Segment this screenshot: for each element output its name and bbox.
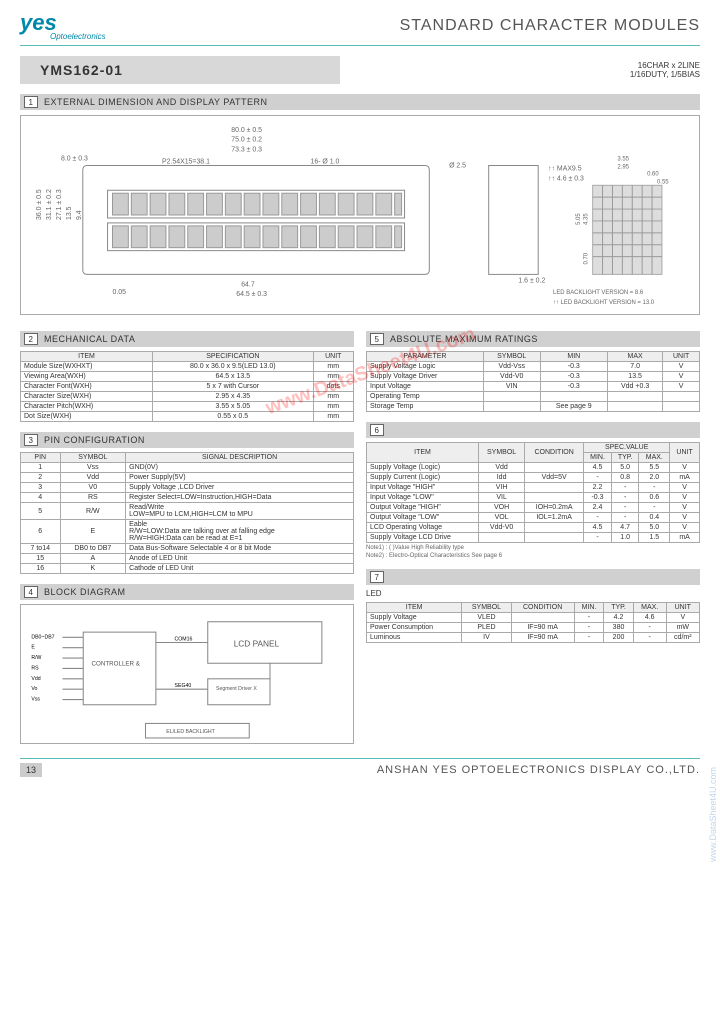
footer: 13 ANSHAN YES OPTOELECTRONICS DISPLAY CO… xyxy=(20,758,700,777)
datasheet-page: yes Optoelectronics STANDARD CHARACTER M… xyxy=(0,0,720,787)
svg-text:5.05: 5.05 xyxy=(576,213,582,225)
svg-text:0.60: 0.60 xyxy=(647,171,659,177)
svg-text:Vo: Vo xyxy=(31,687,37,693)
svg-text:EL/LED BACKLIGHT: EL/LED BACKLIGHT xyxy=(166,729,215,735)
svg-text:Vdd: Vdd xyxy=(31,676,40,682)
dimension-drawing: 80.0 ± 0.5 75.0 ± 0.2 73.3 ± 0.3 P2.54X1… xyxy=(20,115,700,315)
svg-text:36.0 ± 0.5: 36.0 ± 0.5 xyxy=(36,189,43,220)
footer-company: ANSHAN YES OPTOELECTRONICS DISPLAY CO.,L… xyxy=(377,764,700,776)
svg-text:1.6 ± 0.2: 1.6 ± 0.2 xyxy=(518,277,545,284)
svg-text:Ø 2.5: Ø 2.5 xyxy=(449,162,466,169)
svg-text:8.0 ± 0.3: 8.0 ± 0.3 xyxy=(61,156,88,163)
svg-text:LED BACKLIGHT VERSION = 8.6: LED BACKLIGHT VERSION = 8.6 xyxy=(553,290,644,296)
svg-text:75.0 ± 0.2: 75.0 ± 0.2 xyxy=(231,137,262,144)
svg-text:P2.54X15=38.1: P2.54X15=38.1 xyxy=(162,159,210,166)
block-diagram-svg: CONTROLLER & LCD PANEL Segment Driver X … xyxy=(21,601,353,746)
absmax-table: PARAMETERSYMBOLMINMAXUNITSupply Voltage … xyxy=(366,351,700,412)
section-num-6: 6 xyxy=(370,424,384,436)
svg-text:64.5 ± 0.3: 64.5 ± 0.3 xyxy=(236,291,267,298)
section-2-title: MECHANICAL DATA xyxy=(44,334,135,344)
led-title: LED xyxy=(366,589,700,598)
svg-text:DB0~DB7: DB0~DB7 xyxy=(31,635,54,641)
model-bar: YMS162-01 16CHAR x 2LINE 1/16DUTY, 1/5BI… xyxy=(20,56,700,84)
svg-text:E: E xyxy=(31,645,35,651)
section-1-title: EXTERNAL DIMENSION AND DISPLAY PATTERN xyxy=(44,97,268,107)
svg-text:↑↑ 4.6 ± 0.3: ↑↑ 4.6 ± 0.3 xyxy=(548,175,584,182)
model-name: YMS162-01 xyxy=(20,56,340,84)
left-column: 2 MECHANICAL DATA ITEMSPECIFICATIONUNITM… xyxy=(20,321,354,744)
svg-text:COM16: COM16 xyxy=(175,637,193,643)
svg-text:SEG40: SEG40 xyxy=(175,683,192,689)
page-number: 13 xyxy=(20,763,42,777)
header-title: STANDARD CHARACTER MODULES xyxy=(400,17,700,35)
led-table: ITEMSYMBOLCONDITIONMIN.TYP.MAX.UNITSuppl… xyxy=(366,602,700,643)
svg-text:3.55: 3.55 xyxy=(617,157,629,163)
electrical-note2: Note2) : Electro-Optical Characteristics… xyxy=(366,553,700,559)
logo-block: yes Optoelectronics xyxy=(20,10,106,41)
logo-subtitle: Optoelectronics xyxy=(50,32,106,41)
svg-text:27.1 ± 0.3: 27.1 ± 0.3 xyxy=(56,189,63,220)
svg-text:0.05: 0.05 xyxy=(112,289,126,296)
model-spec-line1: 16CHAR x 2LINE xyxy=(630,61,700,70)
svg-text:0.70: 0.70 xyxy=(584,252,590,264)
svg-text:16- Ø 1.0: 16- Ø 1.0 xyxy=(311,159,340,166)
svg-text:Segment Driver X: Segment Driver X xyxy=(216,687,257,693)
model-spec-line2: 1/16DUTY, 1/5BIAS xyxy=(630,70,700,79)
section-2-header: 2 MECHANICAL DATA xyxy=(20,331,354,347)
section-7-header: 7 xyxy=(366,569,700,585)
section-6-header: 6 xyxy=(366,422,700,438)
svg-text:↑↑ LED BACKLIGHT VERSION = 13.: ↑↑ LED BACKLIGHT VERSION = 13.0 xyxy=(553,300,655,306)
svg-text:31.1 ± 0.2: 31.1 ± 0.2 xyxy=(46,189,53,220)
section-3-header: 3 PIN CONFIGURATION xyxy=(20,432,354,448)
header: yes Optoelectronics STANDARD CHARACTER M… xyxy=(20,10,700,46)
pinconfig-table: PINSYMBOLSIGNAL DESCRIPTION1VssGND(0V)2V… xyxy=(20,452,354,574)
svg-text:R/W: R/W xyxy=(31,655,41,661)
svg-text:9.4: 9.4 xyxy=(76,210,83,220)
model-spec: 16CHAR x 2LINE 1/16DUTY, 1/5BIAS xyxy=(630,61,700,79)
section-3-title: PIN CONFIGURATION xyxy=(44,435,145,445)
section-num-2: 2 xyxy=(24,333,38,345)
section-5-title: ABSOLUTE MAXIMUM RATINGS xyxy=(390,334,538,344)
section-4-header: 4 BLOCK DIAGRAM xyxy=(20,584,354,600)
section-num-1: 1 xyxy=(24,96,38,108)
drawing-svg: 80.0 ± 0.5 75.0 ± 0.2 73.3 ± 0.3 P2.54X1… xyxy=(21,116,699,314)
right-column: 5 ABSOLUTE MAXIMUM RATINGS PARAMETERSYMB… xyxy=(366,321,700,744)
section-1-header: 1 EXTERNAL DIMENSION AND DISPLAY PATTERN xyxy=(20,94,700,110)
svg-text:13.5: 13.5 xyxy=(66,206,73,220)
section-4-title: BLOCK DIAGRAM xyxy=(44,587,126,597)
svg-text:73.3 ± 0.3: 73.3 ± 0.3 xyxy=(231,147,262,154)
section-num-3: 3 xyxy=(24,434,38,446)
electrical-note1: Note1) : ( )Value High Reliability type xyxy=(366,545,700,551)
section-num-7: 7 xyxy=(370,571,384,583)
block-diagram: CONTROLLER & LCD PANEL Segment Driver X … xyxy=(20,604,354,744)
svg-text:64.7: 64.7 xyxy=(241,281,255,288)
svg-text:LCD PANEL: LCD PANEL xyxy=(234,639,280,649)
side-watermark: www.DataSheet4U.com xyxy=(708,767,718,862)
svg-text:↑↑ MAX9.5: ↑↑ MAX9.5 xyxy=(548,165,582,172)
svg-text:2.95: 2.95 xyxy=(617,164,629,170)
mechanical-table: ITEMSPECIFICATIONUNITModule Size(WXHXT)8… xyxy=(20,351,354,422)
svg-text:RS: RS xyxy=(31,666,39,672)
section-num-5: 5 xyxy=(370,333,384,345)
electrical-table: ITEMSYMBOLCONDITIONSPEC.VALUEUNITMIN.TYP… xyxy=(366,442,700,543)
svg-text:80.0 ± 0.5: 80.0 ± 0.5 xyxy=(231,127,262,134)
section-5-header: 5 ABSOLUTE MAXIMUM RATINGS xyxy=(366,331,700,347)
svg-text:0.55: 0.55 xyxy=(657,179,669,185)
svg-text:CONTROLLER &: CONTROLLER & xyxy=(92,661,141,668)
svg-text:Vss: Vss xyxy=(31,697,40,703)
section-num-4: 4 xyxy=(24,586,38,598)
svg-text:4.35: 4.35 xyxy=(584,213,590,225)
